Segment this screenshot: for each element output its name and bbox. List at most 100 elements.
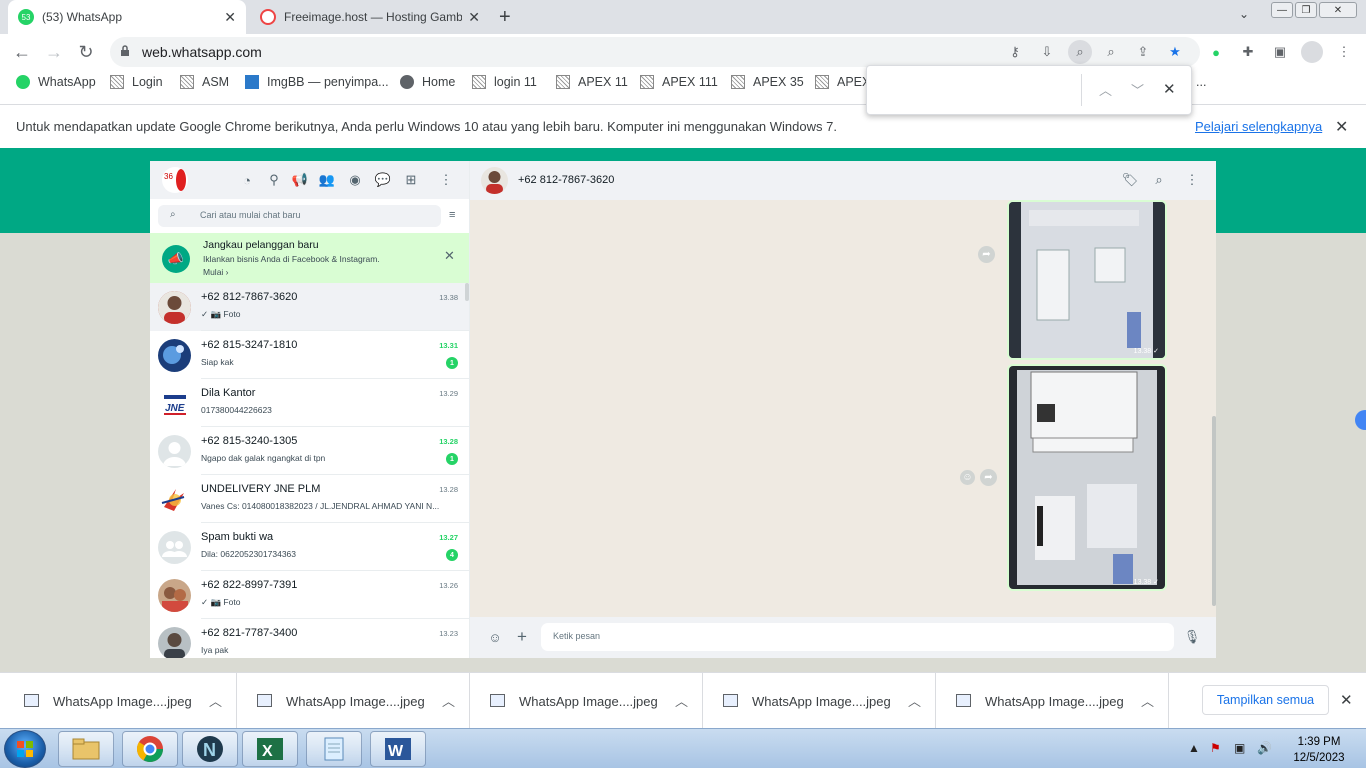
close-downloads-icon[interactable]: ✕ [1340,691,1353,709]
system-clock[interactable]: 1:39 PM 12/5/2023 [1284,734,1354,766]
filter-icon[interactable]: ≡ [449,209,455,221]
image-message[interactable]: 13.38 ✓ [1007,200,1167,360]
key-icon[interactable]: ⚷ [1006,43,1024,61]
tab-search-chevron-icon[interactable]: ⌄ [1239,7,1249,21]
microphone-icon[interactable]: 🎙 [1183,628,1201,646]
profile-avatar[interactable]: 36 [162,167,188,193]
promo-banner[interactable]: 📣 Jangkau pelanggan baru Iklankan bisnis… [150,233,469,283]
action-center-flag-icon[interactable]: ⚑ [1210,741,1221,755]
taskbar-notepad[interactable] [306,731,362,767]
chat-item[interactable]: +62 822-8997-7391 ✓ 📷 Foto 13.26 [150,571,469,619]
download-item[interactable]: WhatsApp Image....jpeg ︿ [4,673,237,729]
install-icon[interactable]: ⇩ [1038,43,1056,61]
minimize-button[interactable]: — [1271,2,1293,18]
emoji-icon[interactable]: ☺ [486,628,504,646]
bookmark-apex-11[interactable]: APEX 11 [556,75,628,89]
find-input[interactable] [875,76,1075,104]
chevron-up-icon[interactable]: ︿ [908,691,921,710]
find-in-page-icon[interactable]: ⌕ [1068,40,1092,64]
bookmark-overflow[interactable]: ... [1196,75,1206,89]
bookmark-home[interactable]: Home [400,75,455,89]
bookmark-apex-111[interactable]: APEX 111 [640,75,718,89]
chat-item[interactable]: Spam bukti wa Dila: 0622052301734363 13.… [150,523,469,571]
search-input[interactable]: ⌕ Cari atau mulai chat baru [158,205,441,227]
reload-icon[interactable]: ↻ [76,42,96,62]
address-bar[interactable]: web.whatsapp.com ⚷ ⇩ ⌕ ⌕ ⇪ ★ [110,37,1200,67]
forward-icon[interactable]: ➦ [980,469,997,486]
image-message[interactable]: 13.38 ✓ [1007,364,1167,591]
show-hidden-icons-icon[interactable]: ▲ [1188,741,1200,755]
chat-item[interactable]: UNDELIVERY JNE PLM Vanes Cs: 01408001838… [150,475,469,523]
conversation-scrollbar[interactable] [1212,416,1216,606]
bookmark-login-11[interactable]: login 11 [472,75,537,89]
bookmark-imgbb[interactable]: ImgBB — penyimpa... [245,75,389,89]
tab-whatsapp[interactable]: 53 (53) WhatsApp ✕ [8,0,246,34]
chevron-up-icon[interactable]: ︿ [1141,691,1154,710]
extensions-puzzle-icon[interactable]: ✚ [1239,43,1257,61]
new-chat-icon[interactable]: ⊞ [402,171,420,189]
taskbar-n-app[interactable]: N [182,731,238,767]
react-emoji-icon[interactable]: ☺ [960,470,975,485]
menu-icon[interactable]: ⋮ [1183,171,1201,189]
communities-icon[interactable]: 👥 [318,171,336,189]
attach-plus-icon[interactable]: + [513,627,531,646]
chat-item[interactable]: +62 815-3240-1305 Ngapo dak galak ngangk… [150,427,469,475]
search-icon[interactable]: ⌕ [1150,171,1168,189]
side-panel-icon[interactable]: ▣ [1271,43,1289,61]
chat-item[interactable]: JNE Dila Kantor 017380044226623 13.29 [150,379,469,427]
chat-item[interactable]: +62 812-7867-3620 ✓ 📷 Foto 13.38 [150,283,469,331]
forward-icon[interactable]: → [44,42,64,62]
chat-item[interactable]: +62 815-3247-1810 Siap kak 13.31 1 [150,331,469,379]
chevron-up-icon[interactable]: ︿ [209,691,222,710]
download-item[interactable]: WhatsApp Image....jpeg ︿ [936,673,1169,729]
bookmark-whatsapp[interactable]: WhatsApp [16,75,96,89]
window-close-button[interactable]: ✕ [1319,2,1357,18]
close-tab-icon[interactable]: ✕ [468,9,480,26]
find-close-icon[interactable]: ✕ [1163,80,1176,98]
promo-start-link[interactable]: Mulai › [203,267,229,277]
bookmark-login[interactable]: Login [110,75,163,89]
add-contact-icon[interactable]: ⚲ [265,171,283,189]
network-icon[interactable]: ▣ [1234,741,1245,755]
find-next-icon[interactable]: ﹀ [1131,80,1144,99]
chrome-menu-icon[interactable]: ⋮ [1335,43,1353,61]
chevron-up-icon[interactable]: ︿ [442,691,455,710]
status-icon[interactable]: ◔ [238,171,256,189]
bookmark-star-icon[interactable]: ★ [1166,43,1184,61]
restore-button[interactable]: ❐ [1295,2,1317,18]
chat-item[interactable]: +62 821-7787-3400 Iya pak 13.23 [150,619,469,658]
download-item[interactable]: WhatsApp Image....jpeg ︿ [237,673,470,729]
close-infobar-icon[interactable]: ✕ [1335,117,1348,137]
close-promo-icon[interactable]: ✕ [444,248,455,264]
extension-icon[interactable]: ● [1207,43,1225,61]
close-tab-icon[interactable]: ✕ [224,9,236,26]
forward-icon[interactable]: ➦ [978,246,995,263]
conversation-header[interactable]: +62 812-7867-3620 🏷 ⌕ ⋮ [470,161,1216,200]
contact-avatar[interactable] [481,167,508,194]
chevron-up-icon[interactable]: ︿ [675,691,688,710]
channels-icon[interactable]: ◉ [346,171,364,189]
learn-more-link[interactable]: Pelajari selengkapnya [1195,119,1322,134]
bookmark-apex[interactable]: APEX [815,75,870,89]
taskbar-chrome[interactable] [122,731,178,767]
taskbar-explorer[interactable] [58,731,114,767]
sidebar-scrollbar[interactable] [465,283,469,301]
new-tab-button[interactable]: + [499,6,511,29]
start-button[interactable] [4,730,46,768]
volume-icon[interactable]: 🔊 [1257,741,1272,755]
chat-bubble-icon[interactable]: 💬 [374,171,392,189]
taskbar-word[interactable]: W [370,731,426,767]
bookmark-apex-35[interactable]: APEX 35 [731,75,804,89]
tab-freeimage[interactable]: Freeimage.host — Hosting Gamb ✕ [250,0,490,34]
menu-icon[interactable]: ⋮ [437,171,455,189]
broadcast-icon[interactable]: 📢 [291,171,309,189]
message-input[interactable]: Ketik pesan [541,623,1174,651]
taskbar-excel[interactable]: X [242,731,298,767]
bookmark-asm[interactable]: ASM [180,75,229,89]
download-item[interactable]: WhatsApp Image....jpeg ︿ [470,673,703,729]
find-previous-icon[interactable]: ︿ [1099,80,1112,99]
back-icon[interactable]: ← [12,42,32,62]
share-icon[interactable]: ⇪ [1134,43,1152,61]
side-floating-button[interactable] [1355,410,1366,430]
show-all-downloads-button[interactable]: Tampilkan semua [1202,685,1329,715]
